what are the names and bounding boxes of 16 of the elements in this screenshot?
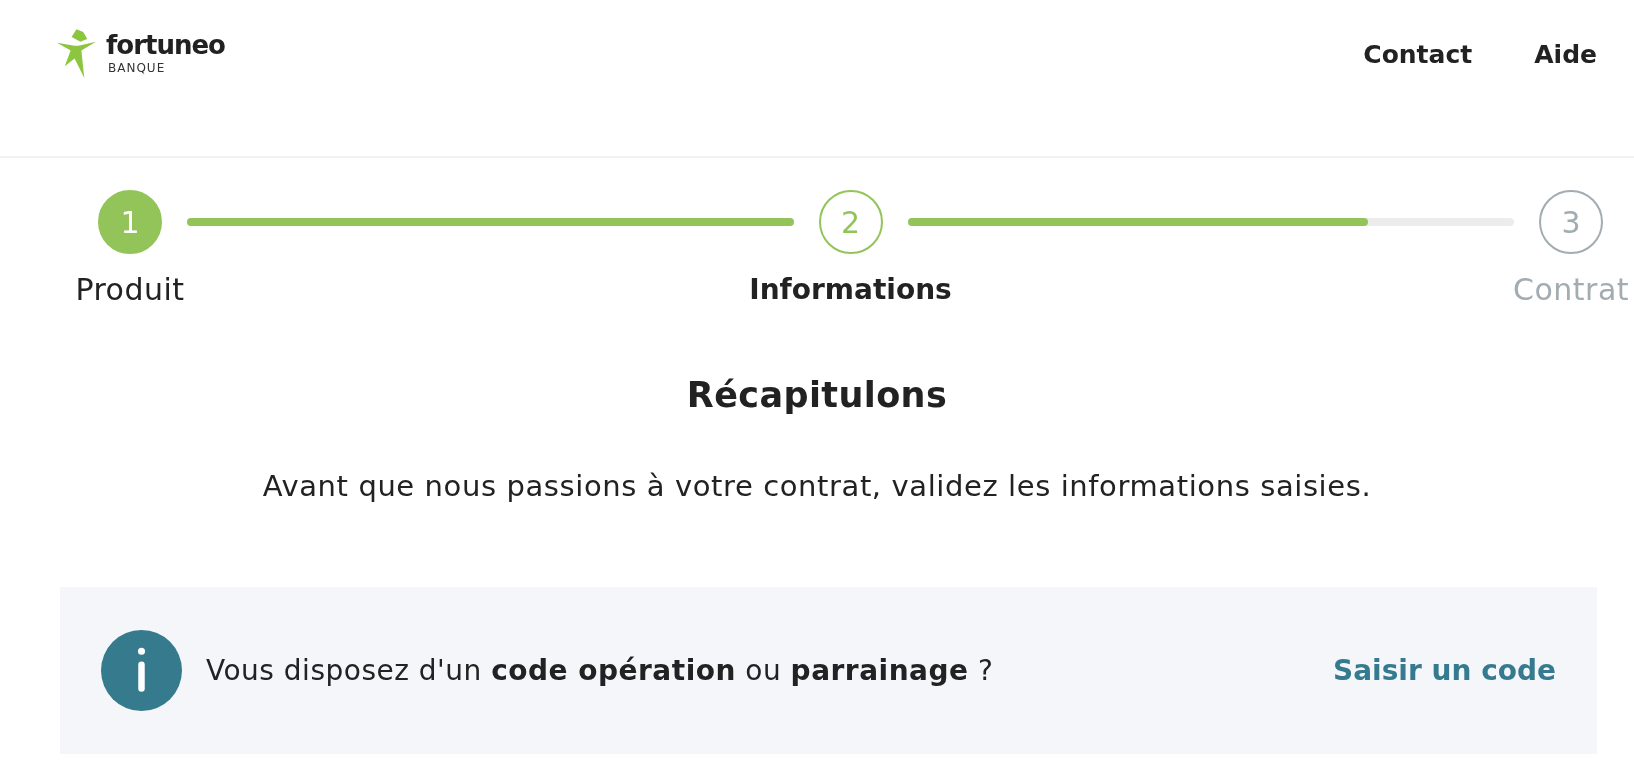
step-label: Contrat [1512,273,1630,307]
promo-text: Vous disposez d'un code opération ou parrainage ? [206,653,995,688]
step-label: Produit [75,273,185,307]
enter-code-link[interactable]: Saisir un code [1333,653,1556,688]
nav-link[interactable]: Aide [1534,40,1597,70]
page-subtitle: Avant que nous passions à votre contrat, validez les informations saisies. [261,469,1373,503]
step-circle: 3 [1539,190,1603,254]
star-figure-icon [57,29,96,78]
nav-link[interactable]: Contact [1363,40,1473,70]
logo-tagline: BANQUE [108,61,167,75]
page-title: Récapitulons [685,375,949,416]
logo-wordmark: fortuneo [106,31,225,59]
step-circle: 2 [818,190,883,254]
step-label: Informations [749,273,952,307]
step-circle: 1 [98,190,162,254]
info-icon [101,630,182,711]
